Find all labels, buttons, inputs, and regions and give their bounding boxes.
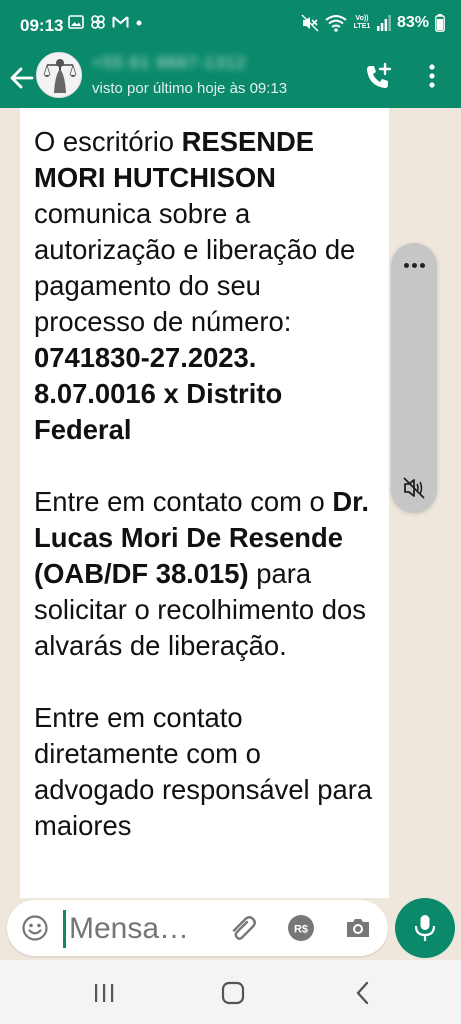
gallery-icon bbox=[68, 15, 84, 29]
message-plain-text: Entre em contato com o bbox=[34, 486, 325, 517]
attach-button[interactable] bbox=[229, 913, 259, 943]
emoji-button[interactable] bbox=[21, 914, 49, 942]
wifi-icon bbox=[325, 15, 347, 32]
mic-button[interactable] bbox=[395, 898, 455, 958]
justice-statue-icon bbox=[37, 53, 81, 97]
app-notification-icon bbox=[91, 15, 105, 29]
more-vertical-icon bbox=[429, 64, 435, 88]
speaker-mute-icon bbox=[403, 477, 425, 499]
status-time: 09:13 bbox=[20, 16, 64, 35]
notification-icons bbox=[68, 14, 143, 30]
emoji-icon bbox=[22, 915, 48, 941]
message-bubble[interactable]: O escritório RESENDE MORI HUTCHISON comu… bbox=[20, 108, 389, 898]
network-label: Vo)) LTE1 bbox=[353, 15, 371, 30]
home-button[interactable] bbox=[220, 980, 246, 1006]
home-icon bbox=[221, 981, 245, 1005]
signal-icon bbox=[376, 15, 391, 31]
volume-panel[interactable] bbox=[391, 243, 437, 513]
message-plain-text: O escritório bbox=[34, 126, 182, 157]
add-call-icon bbox=[367, 62, 392, 88]
last-seen-status: visto por último hoje às 09:13 bbox=[92, 80, 288, 97]
message-input[interactable] bbox=[69, 910, 219, 948]
volume-options-icon[interactable] bbox=[401, 253, 427, 277]
avatar[interactable] bbox=[36, 52, 82, 98]
svg-text:R$: R$ bbox=[294, 924, 308, 936]
dot-icon bbox=[136, 20, 142, 26]
more-options-button[interactable] bbox=[420, 60, 444, 94]
mute-icon bbox=[301, 14, 319, 32]
payment-icon: R$ bbox=[288, 915, 314, 941]
back-button[interactable] bbox=[8, 64, 36, 92]
navigation-bar bbox=[0, 960, 461, 1024]
battery-level: 83% bbox=[396, 14, 429, 31]
payment-button[interactable]: R$ bbox=[287, 914, 315, 942]
camera-button[interactable] bbox=[343, 913, 373, 943]
message-bold-text: 0741830-27.2023. 8.07.0016 x Distrito Fe… bbox=[34, 342, 290, 445]
message-field[interactable]: R$ bbox=[7, 900, 388, 956]
gmail-icon bbox=[112, 16, 129, 28]
volume-mute-button[interactable] bbox=[401, 475, 427, 501]
status-bar: 09:13 Vo)) LTE1 83% bbox=[0, 0, 461, 52]
text-cursor bbox=[63, 910, 66, 948]
chat-header: +55 61 9887-1312 visto por último hoje à… bbox=[0, 52, 461, 108]
status-right: Vo)) LTE1 83% bbox=[301, 14, 445, 32]
message-plain-text: para solicitar o recolhimento dos alvará… bbox=[34, 558, 373, 841]
back-nav-button[interactable] bbox=[352, 980, 374, 1006]
recent-apps-icon bbox=[95, 984, 114, 1002]
recent-apps-button[interactable] bbox=[92, 982, 116, 1004]
input-bar: R$ bbox=[0, 898, 461, 960]
paperclip-icon bbox=[232, 916, 256, 940]
arrow-left-icon bbox=[10, 67, 34, 89]
battery-icon bbox=[435, 14, 445, 32]
contact-name[interactable]: +55 61 9887-1312 bbox=[92, 53, 247, 73]
microphone-icon bbox=[414, 915, 436, 941]
chat-area[interactable]: O escritório RESENDE MORI HUTCHISON comu… bbox=[0, 108, 461, 898]
message-text: O escritório RESENDE MORI HUTCHISON comu… bbox=[34, 124, 379, 844]
chevron-left-icon bbox=[356, 981, 369, 1005]
add-call-button[interactable] bbox=[364, 62, 394, 92]
camera-icon bbox=[347, 919, 369, 937]
